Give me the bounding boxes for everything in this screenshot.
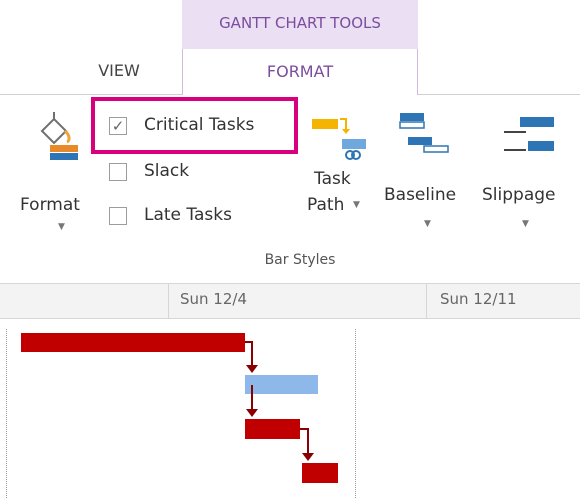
task-path-dropdown-caret[interactable]: ▼ [353, 200, 360, 210]
tab-format[interactable]: FORMAT [182, 49, 418, 95]
critical-tasks-highlight-frame [91, 97, 298, 154]
gantt-chart-area [0, 319, 580, 498]
task-path-label-line2: Path [307, 195, 345, 215]
slippage-label: Slippage [482, 185, 556, 205]
task-path-label-line1: Task [314, 169, 351, 189]
task-path-button[interactable]: Task Path ▼ [300, 109, 376, 239]
dependency-links [245, 341, 314, 461]
late-tasks-checkbox-row[interactable]: Late Tasks [106, 203, 266, 229]
paint-bucket-icon [40, 112, 78, 160]
gantt-chart-tools-contextual-label: GANTT CHART TOOLS [182, 0, 418, 49]
tab-view[interactable]: VIEW [60, 52, 178, 90]
timescale-header: Sun 12/4 Sun 12/11 [0, 283, 580, 320]
slippage-dropdown-caret[interactable]: ▼ [522, 219, 529, 229]
timescale-date: Sun 12/11 [440, 290, 517, 308]
late-tasks-label: Late Tasks [144, 205, 232, 225]
timescale-date: Sun 12/4 [180, 290, 247, 308]
baseline-button[interactable]: Baseline ▼ [382, 109, 478, 239]
task-path-icon [312, 118, 366, 160]
format-button[interactable]: Format ▼ [14, 109, 98, 237]
baseline-label: Baseline [384, 185, 457, 205]
slack-label: Slack [144, 161, 190, 181]
format-button-label: Format [20, 195, 80, 215]
slippage-button[interactable]: Slippage ▼ [480, 109, 576, 239]
slack-checkbox-row[interactable]: Slack [106, 159, 226, 185]
timescale-divider [426, 284, 427, 320]
format-dropdown-caret[interactable]: ▼ [58, 222, 65, 232]
slippage-icon [504, 117, 554, 151]
baseline-icon [399, 113, 449, 153]
baseline-dropdown-caret[interactable]: ▼ [424, 219, 431, 229]
late-tasks-checkbox[interactable] [109, 207, 127, 225]
slack-checkbox[interactable] [109, 163, 127, 181]
timescale-divider [168, 284, 169, 320]
bar-styles-group-label: Bar Styles [264, 252, 336, 268]
